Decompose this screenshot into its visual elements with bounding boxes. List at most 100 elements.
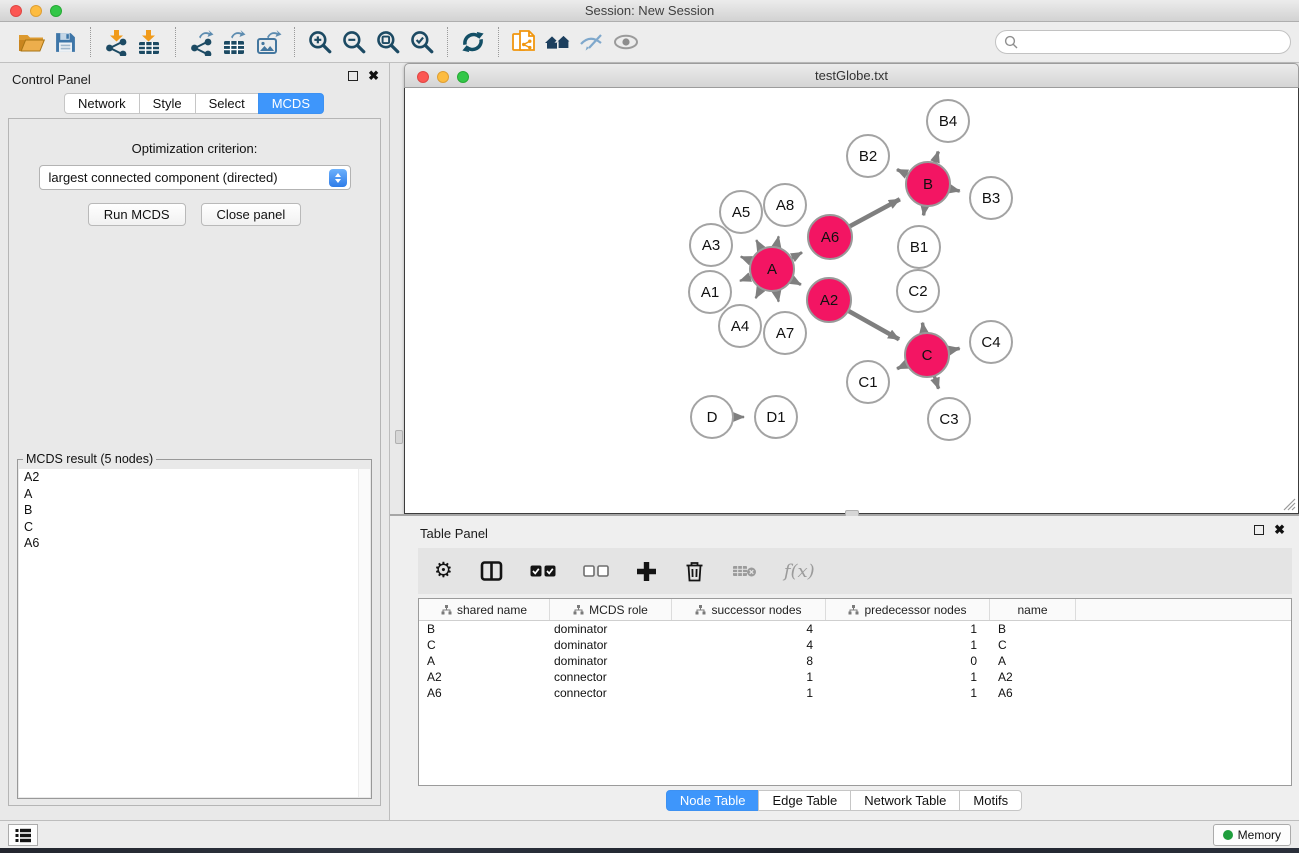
export-table-icon[interactable] xyxy=(218,26,252,58)
graph-edge-A-A3[interactable] xyxy=(741,257,752,261)
graph-edge-A-A4[interactable] xyxy=(756,288,762,298)
table-row[interactable]: A6connector11A6 xyxy=(419,685,1291,701)
network-window-titlebar[interactable]: testGlobe.txt xyxy=(404,63,1299,88)
graph-node-B2[interactable]: B2 xyxy=(847,135,889,177)
tab-network-table[interactable]: Network Table xyxy=(850,790,960,811)
graph-edge-A-A7[interactable] xyxy=(776,291,778,302)
graph-edge-B-B2[interactable] xyxy=(897,170,908,175)
zoom-fit-icon[interactable] xyxy=(371,26,405,58)
table-cell[interactable]: 1 xyxy=(826,637,990,653)
export-image-icon[interactable] xyxy=(252,26,286,58)
close-window-button[interactable] xyxy=(10,5,22,17)
graph-node-A8[interactable]: A8 xyxy=(764,184,806,226)
result-scrollbar[interactable] xyxy=(358,469,370,797)
table-cell[interactable]: dominator xyxy=(550,653,672,669)
memory-button[interactable]: Memory xyxy=(1213,824,1291,846)
graph-node-C[interactable]: C xyxy=(905,333,949,377)
table-cell[interactable]: 1 xyxy=(672,685,826,701)
resize-grip-icon[interactable] xyxy=(1283,498,1296,511)
delete-row-trash-icon[interactable] xyxy=(684,560,705,582)
tab-select[interactable]: Select xyxy=(195,93,259,114)
graph-edge-A2-C[interactable] xyxy=(848,311,899,340)
graph-edge-C-C4[interactable] xyxy=(949,348,960,350)
float-panel-icon[interactable] xyxy=(348,71,358,81)
float-table-panel-icon[interactable] xyxy=(1254,525,1264,535)
add-row-plus-icon[interactable] xyxy=(636,561,657,582)
network-minimize-button[interactable] xyxy=(437,71,449,83)
refresh-icon[interactable] xyxy=(456,26,490,58)
column-header-shared-name[interactable]: shared name xyxy=(419,599,550,620)
graph-edge-C-C2[interactable] xyxy=(922,323,923,334)
graph-node-D1[interactable]: D1 xyxy=(755,396,797,438)
select-all-checks-icon[interactable] xyxy=(530,565,556,577)
network-canvas[interactable]: B4B2BB3A5A8A6A3AB1A1A2C2A4A7C4CC1C3DD1 xyxy=(404,88,1299,514)
table-cell[interactable]: A xyxy=(419,653,550,669)
table-row[interactable]: Bdominator41B xyxy=(419,621,1291,637)
function-builder-icon[interactable]: f(x) xyxy=(784,561,815,582)
table-row[interactable]: A2connector11A2 xyxy=(419,669,1291,685)
table-cell[interactable]: 1 xyxy=(826,685,990,701)
table-settings-gear-icon[interactable]: ⚙ xyxy=(434,561,453,581)
column-header-name[interactable]: name xyxy=(990,599,1076,620)
graph-edge-C-C1[interactable] xyxy=(897,364,907,369)
open-folder-icon[interactable] xyxy=(14,26,48,58)
open-network-file-icon[interactable] xyxy=(507,26,541,58)
table-cell[interactable]: B xyxy=(419,621,550,637)
graph-edge-A-A5[interactable] xyxy=(756,240,761,250)
node-table[interactable]: shared nameMCDS rolesuccessor nodesprede… xyxy=(418,598,1292,786)
search-input[interactable] xyxy=(1022,35,1290,50)
network-close-button[interactable] xyxy=(417,71,429,83)
table-cell[interactable]: 8 xyxy=(672,653,826,669)
tab-style[interactable]: Style xyxy=(139,93,196,114)
column-header-predecessor-nodes[interactable]: predecessor nodes xyxy=(826,599,990,620)
zoom-out-icon[interactable] xyxy=(337,26,371,58)
graph-edge-C-C3[interactable] xyxy=(934,376,938,389)
deselect-all-checks-icon[interactable] xyxy=(583,565,609,577)
graph-node-D[interactable]: D xyxy=(691,396,733,438)
show-all-eye-icon[interactable] xyxy=(609,26,643,58)
table-cell[interactable]: 4 xyxy=(672,621,826,637)
table-cell[interactable]: C xyxy=(419,637,550,653)
toggle-visibility-icon[interactable] xyxy=(575,26,609,58)
graph-node-A[interactable]: A xyxy=(750,247,794,291)
graph-node-B4[interactable]: B4 xyxy=(927,100,969,142)
table-cell[interactable]: dominator xyxy=(550,621,672,637)
mcds-result-list[interactable]: A2ABCA6 xyxy=(19,469,370,797)
tab-mcds[interactable]: MCDS xyxy=(258,93,324,114)
import-table-icon[interactable] xyxy=(133,26,167,58)
close-table-panel-icon[interactable]: ✖ xyxy=(1274,525,1285,535)
table-row[interactable]: Adominator80A xyxy=(419,653,1291,669)
result-list-item[interactable]: A xyxy=(19,486,370,503)
table-cell[interactable]: A2 xyxy=(419,669,550,685)
table-cell[interactable]: A6 xyxy=(419,685,550,701)
graph-edge-B-B3[interactable] xyxy=(949,189,959,191)
zoom-selected-icon[interactable] xyxy=(405,26,439,58)
table-cell[interactable]: B xyxy=(990,621,1076,637)
zoom-window-button[interactable] xyxy=(50,5,62,17)
table-cell[interactable]: 4 xyxy=(672,637,826,653)
result-list-item[interactable]: A2 xyxy=(19,469,370,486)
home-icon[interactable] xyxy=(541,26,575,58)
delete-table-icon[interactable] xyxy=(732,564,757,578)
table-cell[interactable]: 0 xyxy=(826,653,990,669)
table-cell[interactable]: dominator xyxy=(550,637,672,653)
import-network-icon[interactable] xyxy=(99,26,133,58)
graph-edge-B-B4[interactable] xyxy=(935,151,939,163)
graph-edge-A6-B[interactable] xyxy=(849,199,900,226)
close-panel-button[interactable]: Close panel xyxy=(201,203,302,226)
table-cell[interactable]: C xyxy=(990,637,1076,653)
tab-network[interactable]: Network xyxy=(64,93,140,114)
network-graph[interactable]: B4B2BB3A5A8A6A3AB1A1A2C2A4A7C4CC1C3DD1 xyxy=(405,88,1298,512)
task-history-button[interactable] xyxy=(8,824,38,846)
network-zoom-button[interactable] xyxy=(457,71,469,83)
table-cell[interactable]: 1 xyxy=(826,669,990,685)
table-cell[interactable]: A6 xyxy=(990,685,1076,701)
graph-node-A5[interactable]: A5 xyxy=(720,191,762,233)
graph-edge-A-A1[interactable] xyxy=(740,277,751,281)
vertical-split-handle[interactable] xyxy=(395,430,403,444)
column-header-successor-nodes[interactable]: successor nodes xyxy=(672,599,826,620)
save-session-icon[interactable] xyxy=(48,26,82,58)
graph-node-C2[interactable]: C2 xyxy=(897,270,939,312)
graph-node-A6[interactable]: A6 xyxy=(808,215,852,259)
export-network-icon[interactable] xyxy=(184,26,218,58)
